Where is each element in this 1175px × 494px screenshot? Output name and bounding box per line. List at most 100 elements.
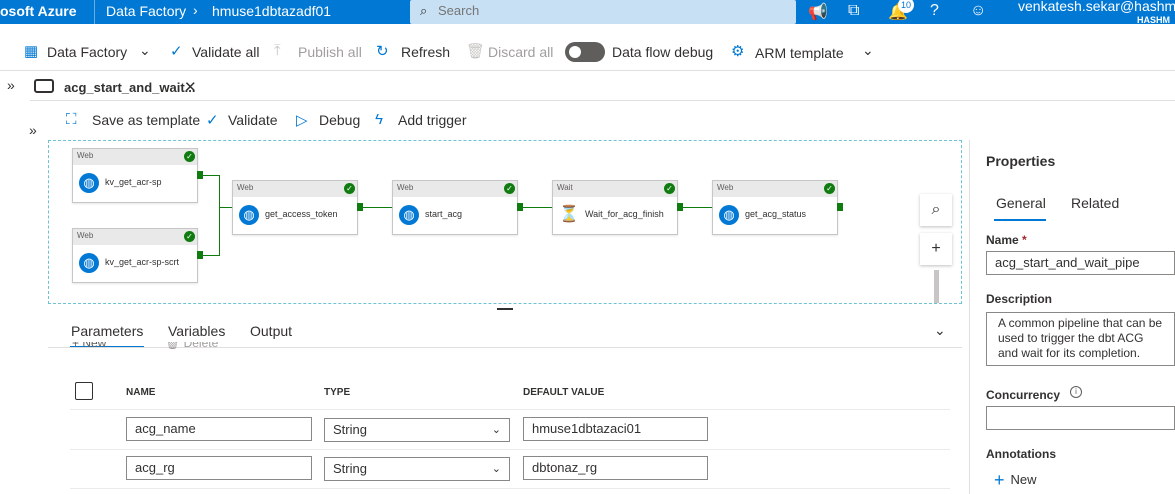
feedback-icon[interactable]: ☺ xyxy=(970,2,986,20)
chevron-down-icon[interactable]: ⌄ xyxy=(934,322,946,339)
name-label: Name * xyxy=(986,233,1027,247)
discard-all-button[interactable]: Discard all xyxy=(488,44,553,60)
success-port[interactable] xyxy=(677,203,683,211)
parameter-default-input[interactable]: hmuse1dbtazaci01 xyxy=(523,417,708,441)
hourglass-icon: ⏳ xyxy=(559,206,579,223)
tab-related[interactable]: Related xyxy=(1071,195,1119,211)
user-account[interactable]: venkatesh.sekar@hashma xyxy=(1018,0,1175,14)
trash-icon: 🗑 xyxy=(466,43,486,60)
megaphone-icon[interactable]: 📢 xyxy=(808,2,828,22)
expand-activities-icon[interactable]: » xyxy=(29,122,37,138)
divider xyxy=(0,70,1175,71)
add-trigger-button[interactable]: Add trigger xyxy=(398,112,466,128)
data-factory-menu[interactable]: Data Factory xyxy=(47,44,127,60)
connector xyxy=(219,207,233,208)
panel-splitter-handle[interactable] xyxy=(497,308,513,310)
debug-button[interactable]: Debug xyxy=(319,112,360,128)
connector xyxy=(683,207,713,208)
annotations-label: Annotations xyxy=(986,447,1056,461)
parameter-name-input[interactable]: acg_name xyxy=(126,417,312,441)
parameter-name-input[interactable]: acg_rg xyxy=(126,456,312,480)
tab-parameters[interactable]: Parameters xyxy=(71,323,143,339)
tenant-name: HASHM xyxy=(1137,15,1170,25)
search-canvas-button[interactable]: ⌕ xyxy=(920,194,952,226)
description-textarea[interactable]: A common pipeline that can be used to tr… xyxy=(986,312,1175,366)
activity-type: Wait xyxy=(557,183,573,192)
success-check-icon: ✓ xyxy=(664,183,675,194)
search-icon: ⌕ xyxy=(420,3,428,18)
concurrency-input[interactable] xyxy=(986,406,1175,430)
checkmark-icon: ✓ xyxy=(206,112,219,129)
success-port[interactable] xyxy=(197,171,203,179)
chevron-down-icon[interactable]: ⌄ xyxy=(862,42,874,59)
new-parameter-button[interactable]: + New xyxy=(72,342,106,352)
activity-type: Web xyxy=(397,183,414,192)
required-marker: * xyxy=(1022,233,1027,247)
chevron-down-icon[interactable]: ⌄ xyxy=(139,42,151,59)
divider xyxy=(70,409,950,410)
delete-parameter-button[interactable]: 🗑 Delete xyxy=(165,342,218,352)
success-port[interactable] xyxy=(517,203,523,211)
properties-title: Properties xyxy=(986,153,1056,169)
add-annotation-button[interactable]: + New xyxy=(994,470,1037,491)
info-icon[interactable]: i xyxy=(1070,386,1082,398)
save-as-template-button[interactable]: Save as template xyxy=(92,112,200,128)
tab-pipeline[interactable]: acg_start_and_wait... ✕ xyxy=(30,72,208,102)
activity-web[interactable]: Web ✓ ◍ get_access_token xyxy=(232,180,358,235)
zoom-in-button[interactable]: + xyxy=(920,233,952,265)
activity-name: get_acg_status xyxy=(745,209,807,219)
success-port[interactable] xyxy=(197,251,203,259)
lightning-icon: ϟ xyxy=(375,111,383,128)
activity-name: Wait_for_acg_finish xyxy=(585,209,664,219)
validate-button[interactable]: Validate xyxy=(228,112,278,128)
directory-switch-icon[interactable]: ⧉ xyxy=(848,2,859,20)
new-label: New xyxy=(1010,472,1037,487)
play-icon: ▷ xyxy=(296,112,308,129)
plus-icon: + xyxy=(931,240,941,257)
data-flow-debug-toggle[interactable] xyxy=(565,42,605,62)
global-search[interactable]: ⌕ xyxy=(410,0,796,24)
connector xyxy=(219,175,220,207)
pipeline-name-input[interactable]: acg_start_and_wait_pipe xyxy=(986,251,1175,275)
validate-all-button[interactable]: Validate all xyxy=(192,44,259,60)
tab-output[interactable]: Output xyxy=(250,323,292,339)
success-check-icon: ✓ xyxy=(184,231,195,242)
connector xyxy=(203,255,219,256)
activity-web[interactable]: Web ✓ ◍ start_acg xyxy=(392,180,518,235)
success-port[interactable] xyxy=(837,203,843,211)
activity-web[interactable]: Web ✓ ◍ kv_get_acr-sp-scrt xyxy=(72,228,198,283)
breadcrumb-factory-name[interactable]: hmuse1dbtazadf01 xyxy=(212,3,331,19)
publish-all-button[interactable]: Publish all xyxy=(298,44,362,60)
refresh-button[interactable]: Refresh xyxy=(401,44,450,60)
canvas-scrollbar[interactable] xyxy=(934,270,939,303)
web-globe-icon: ◍ xyxy=(79,253,99,273)
connector xyxy=(363,207,393,208)
plus-icon: + xyxy=(994,470,1005,490)
help-icon[interactable]: ? xyxy=(930,2,939,20)
activity-web[interactable]: Web ✓ ◍ kv_get_acr-sp xyxy=(72,148,198,203)
breadcrumb-data-factory[interactable]: Data Factory xyxy=(106,3,186,19)
tab-general[interactable]: General xyxy=(996,195,1046,211)
expand-factory-resources-icon[interactable]: » xyxy=(7,77,15,93)
success-port[interactable] xyxy=(357,203,363,211)
activity-name: get_access_token xyxy=(265,209,338,219)
search-input[interactable] xyxy=(438,3,778,18)
arm-template-button[interactable]: ARM template xyxy=(755,45,844,61)
chevron-down-icon: ⌄ xyxy=(491,424,501,436)
activity-web[interactable]: Web ✓ ◍ get_acg_status xyxy=(712,180,838,235)
upload-icon: ⤒ xyxy=(274,42,281,59)
data-flow-debug-label: Data flow debug xyxy=(612,44,714,60)
parameter-type-select[interactable]: String ⌄ xyxy=(324,457,510,481)
parameter-default-input[interactable]: dbtonaz_rg xyxy=(523,456,708,480)
tab-variables[interactable]: Variables xyxy=(168,323,225,339)
close-icon[interactable]: ✕ xyxy=(184,78,197,96)
web-globe-icon: ◍ xyxy=(719,205,739,225)
arm-template-icon: ⚙ xyxy=(731,43,745,60)
azure-brand[interactable]: osoft Azure xyxy=(0,3,76,19)
activity-wait[interactable]: Wait ✓ ⏳ Wait_for_acg_finish xyxy=(552,180,678,235)
parameter-type-select[interactable]: String ⌄ xyxy=(324,418,510,442)
type-value: String xyxy=(333,422,367,437)
divider xyxy=(94,0,95,24)
activity-name: start_acg xyxy=(425,209,463,219)
select-all-checkbox[interactable] xyxy=(75,382,93,400)
